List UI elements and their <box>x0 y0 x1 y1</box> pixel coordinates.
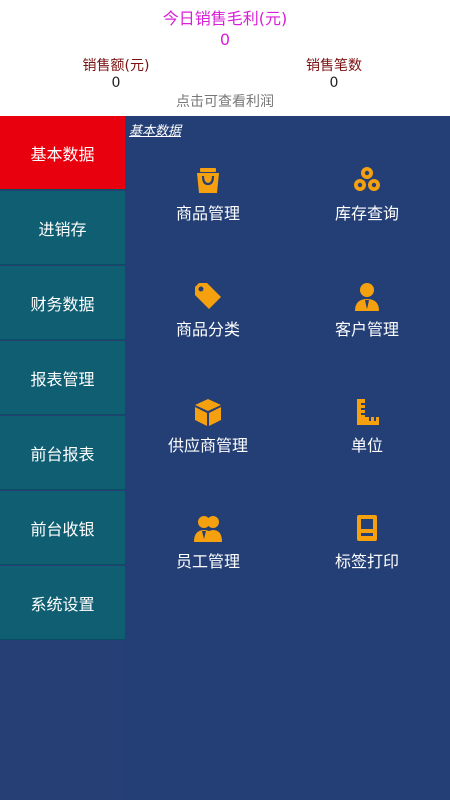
sidebar: 基本数据 进销存 财务数据 报表管理 前台报表 前台收银 系统设置 <box>0 116 125 800</box>
sales-count-label: 销售笔数 <box>306 58 362 74</box>
goods-category-label: 商品分类 <box>175 320 240 339</box>
profit-title: 今日销售毛利(元) <box>162 9 288 28</box>
supplier-management-label: 供应商管理 <box>167 436 248 455</box>
unit-button[interactable]: 单位 <box>287 396 447 476</box>
customer-management-label: 客户管理 <box>334 320 399 339</box>
customer-management-button[interactable]: 客户管理 <box>287 280 447 360</box>
sidebar-item-settings[interactable]: 系统设置 <box>0 566 125 640</box>
section-label: 基本数据 <box>129 124 182 139</box>
sales-count-value: 0 <box>329 75 339 91</box>
shopping-bag-icon <box>197 168 219 193</box>
sales-count-stat: 销售笔数 0 <box>264 58 404 92</box>
label-print-label: 标签打印 <box>334 552 399 571</box>
sidebar-item-inventory[interactable]: 进销存 <box>0 191 125 265</box>
tag-icon <box>195 283 221 309</box>
box-icon <box>195 399 221 426</box>
goods-management-label: 商品管理 <box>175 204 240 223</box>
profit-value: 0 <box>219 30 231 49</box>
customer-person-icon <box>355 283 379 311</box>
label-print-button[interactable]: 标签打印 <box>287 512 447 592</box>
sales-amount-value: 0 <box>111 75 121 91</box>
goods-management-button[interactable]: 商品管理 <box>128 164 288 244</box>
stock-query-button[interactable]: 库存查询 <box>287 164 447 244</box>
unit-label: 单位 <box>350 436 383 455</box>
sidebar-item-reports[interactable]: 报表管理 <box>0 341 125 415</box>
sidebar-item-basic-data[interactable]: 基本数据 <box>0 116 125 190</box>
staff-management-label: 员工管理 <box>175 552 240 571</box>
main-area: 基本数据 进销存 财务数据 报表管理 前台报表 前台收银 系统设置 基本数据 商… <box>0 116 450 800</box>
ruler-icon <box>357 399 379 425</box>
stock-circles-icon <box>354 167 380 191</box>
check-profit-link[interactable]: 点击可查看利润 <box>0 93 450 111</box>
supplier-management-button[interactable]: 供应商管理 <box>128 396 288 476</box>
sidebar-item-front-cashier[interactable]: 前台收银 <box>0 491 125 565</box>
sales-amount-stat: 销售额(元) 0 <box>46 58 186 92</box>
sidebar-item-finance[interactable]: 财务数据 <box>0 266 125 340</box>
sales-amount-label: 销售额(元) <box>82 58 150 74</box>
staff-management-button[interactable]: 员工管理 <box>128 512 288 592</box>
staff-group-icon <box>194 516 222 542</box>
goods-category-button[interactable]: 商品分类 <box>128 280 288 360</box>
sidebar-item-front-reports[interactable]: 前台报表 <box>0 416 125 490</box>
summary-header: 今日销售毛利(元) 0 销售额(元) 0 销售笔数 0 点击可查看利润 <box>0 0 450 116</box>
printer-icon <box>357 515 377 541</box>
stock-query-label: 库存查询 <box>334 204 399 223</box>
